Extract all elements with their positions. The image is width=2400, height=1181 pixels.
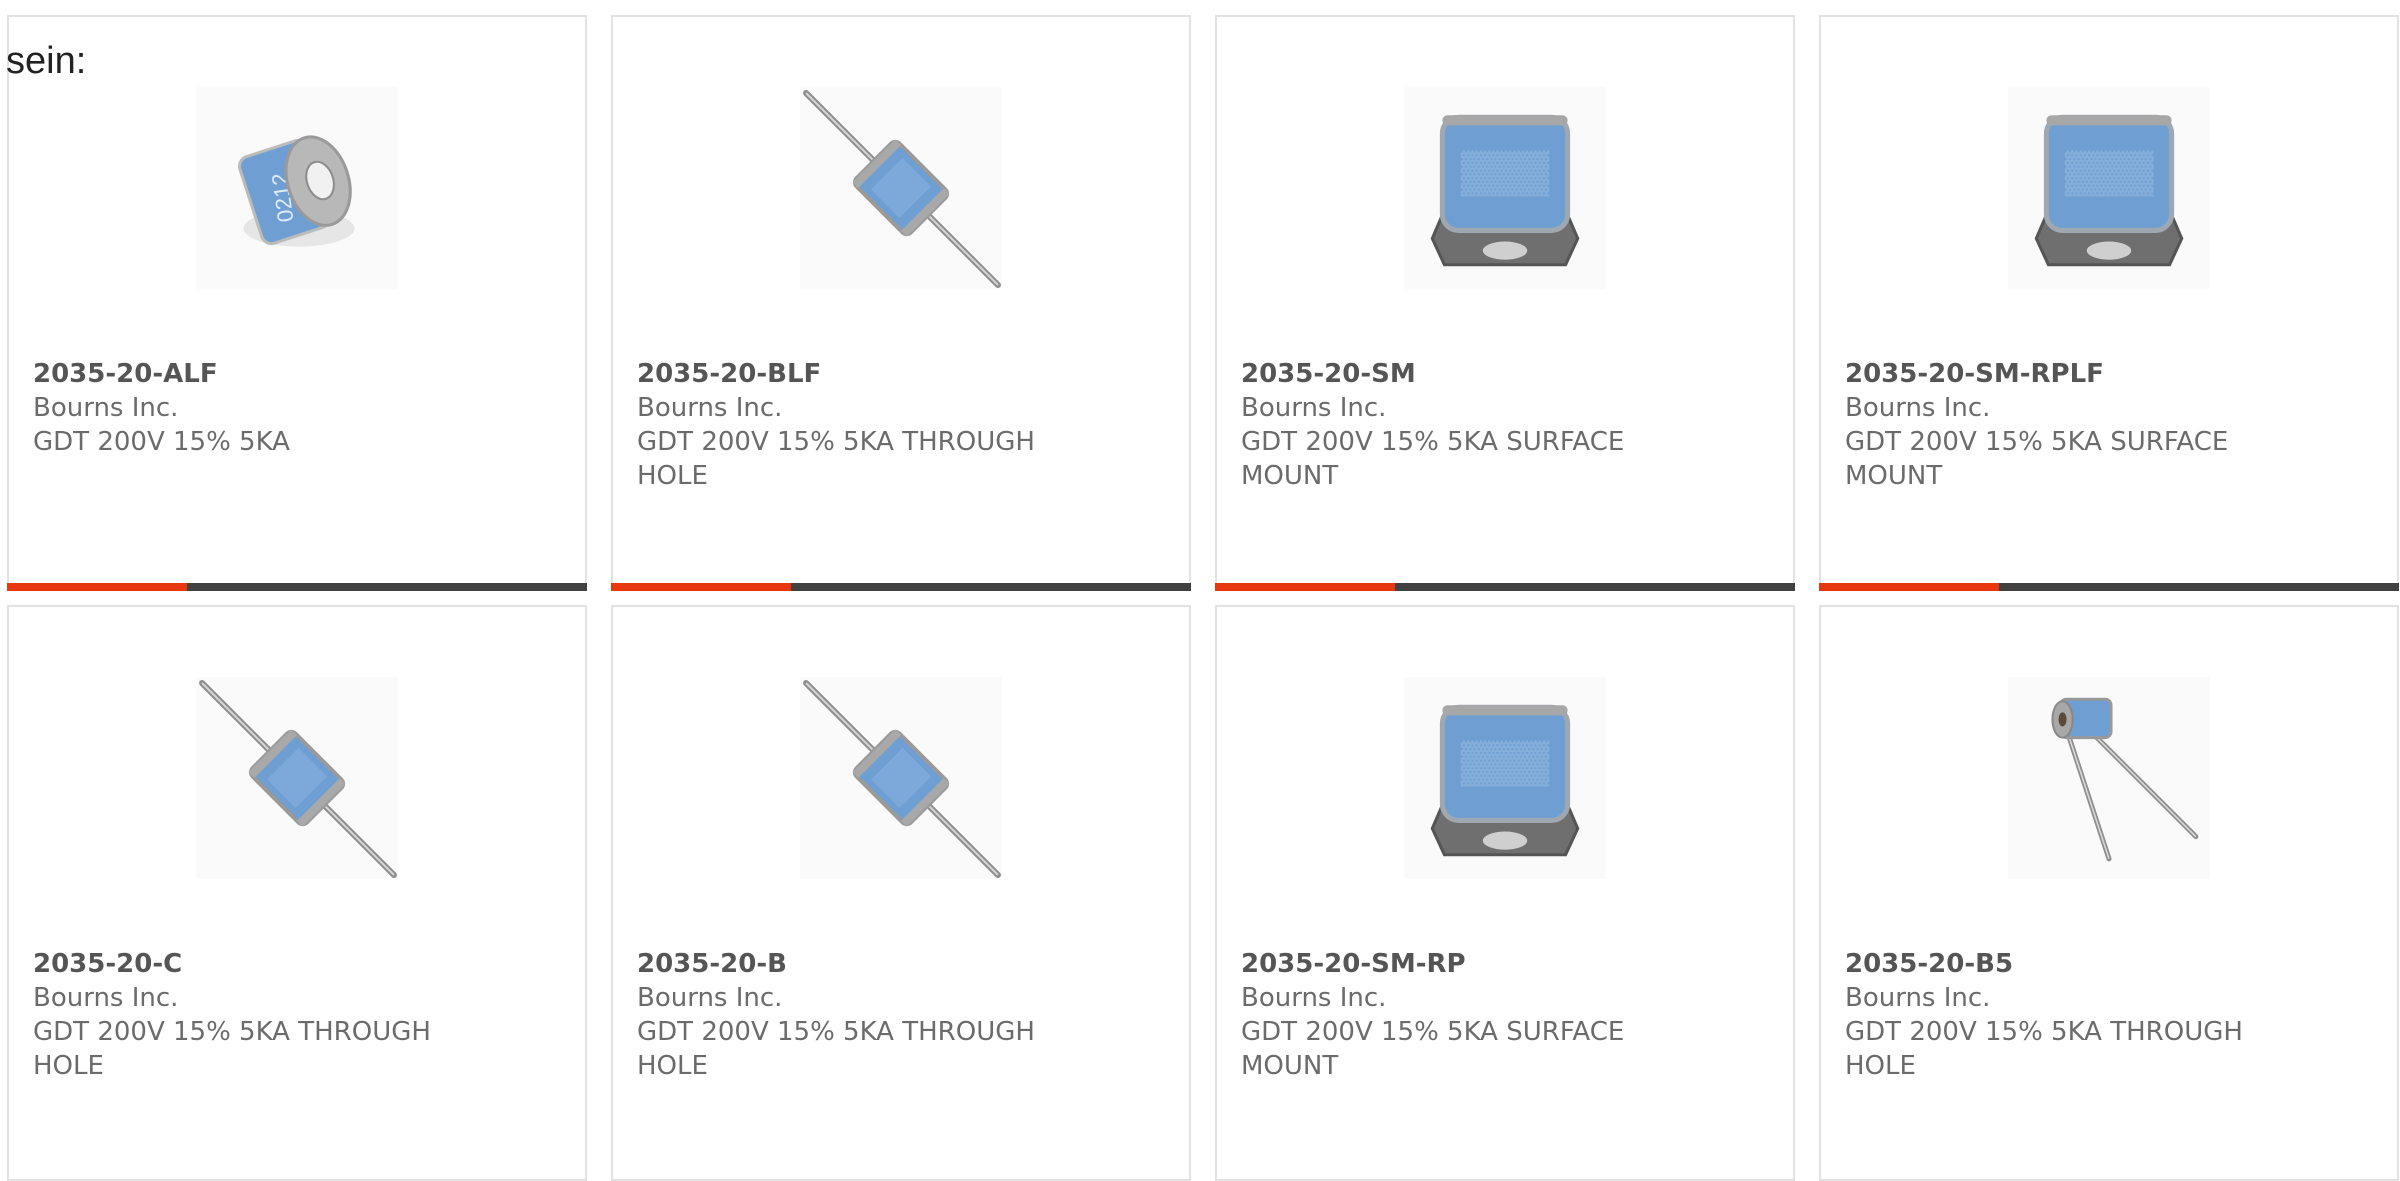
product-card[interactable]: 2035-20-B5 Bourns Inc. GDT 200V 15% 5KA … bbox=[1819, 605, 2399, 1181]
product-card[interactable]: 0212 2035-20-ALF Bourns Inc. GDT 200V 15… bbox=[7, 15, 587, 591]
product-image[interactable] bbox=[196, 677, 398, 879]
manufacturer: Bourns Inc. bbox=[33, 393, 179, 423]
manufacturer: Bourns Inc. bbox=[637, 393, 783, 423]
part-number[interactable]: 2035-20-SM bbox=[1241, 357, 1769, 391]
part-number[interactable]: 2035-20-C bbox=[33, 947, 561, 981]
product-description: GDT 200V 15% 5KA SURFACE MOUNT bbox=[1241, 1017, 1625, 1081]
product-grid: 0212 2035-20-ALF Bourns Inc. GDT 200V 15… bbox=[7, 15, 2400, 1181]
product-description: GDT 200V 15% 5KA THROUGH HOLE bbox=[637, 1017, 1035, 1081]
part-number[interactable]: 2035-20-SM-RPLF bbox=[1845, 357, 2373, 391]
gdt-axial-lead-icon bbox=[199, 680, 397, 878]
progress-bar bbox=[611, 583, 1191, 591]
svg-text:▓▓▓: ▓▓▓ bbox=[1461, 737, 1550, 787]
gdt-axial-lead-icon bbox=[803, 90, 1001, 288]
product-description: GDT 200V 15% 5KA THROUGH HOLE bbox=[33, 1017, 431, 1081]
manufacturer: Bourns Inc. bbox=[1845, 983, 1991, 1013]
product-info: 2035-20-C Bourns Inc. GDT 200V 15% 5KA T… bbox=[33, 947, 561, 1083]
progress-fill bbox=[7, 583, 187, 591]
product-info: 2035-20-SM-RP Bourns Inc. GDT 200V 15% 5… bbox=[1241, 947, 1769, 1083]
gdt-surface-mount-icon: ▓▓▓ bbox=[2034, 114, 2184, 267]
part-number[interactable]: 2035-20-B5 bbox=[1845, 947, 2373, 981]
product-card[interactable]: 2035-20-B Bourns Inc. GDT 200V 15% 5KA T… bbox=[611, 605, 1191, 1181]
product-info: 2035-20-B Bourns Inc. GDT 200V 15% 5KA T… bbox=[637, 947, 1165, 1083]
product-image[interactable] bbox=[2008, 677, 2210, 879]
product-description: GDT 200V 15% 5KA SURFACE MOUNT bbox=[1845, 427, 2229, 491]
part-number[interactable]: 2035-20-ALF bbox=[33, 357, 561, 391]
svg-text:▓▓▓: ▓▓▓ bbox=[1461, 147, 1550, 197]
product-card[interactable]: ▓▓▓ 2035-20-SM-RP Bourns Inc. GDT 200V 1… bbox=[1215, 605, 1795, 1181]
product-info: 2035-20-ALF Bourns Inc. GDT 200V 15% 5KA bbox=[33, 357, 561, 459]
svg-text:▓▓▓: ▓▓▓ bbox=[2065, 147, 2154, 197]
part-number[interactable]: 2035-20-SM-RP bbox=[1241, 947, 1769, 981]
product-card[interactable]: 2035-20-C Bourns Inc. GDT 200V 15% 5KA T… bbox=[7, 605, 587, 1181]
product-image[interactable] bbox=[800, 87, 1002, 289]
product-description: GDT 200V 15% 5KA THROUGH HOLE bbox=[637, 427, 1035, 491]
product-image[interactable] bbox=[800, 677, 1002, 879]
product-info: 2035-20-SM Bourns Inc. GDT 200V 15% 5KA … bbox=[1241, 357, 1769, 493]
manufacturer: Bourns Inc. bbox=[637, 983, 783, 1013]
part-number[interactable]: 2035-20-B bbox=[637, 947, 1165, 981]
product-image[interactable]: ▓▓▓ bbox=[1404, 677, 1606, 879]
progress-bar bbox=[7, 583, 587, 591]
product-info: 2035-20-SM-RPLF Bourns Inc. GDT 200V 15%… bbox=[1845, 357, 2373, 493]
progress-fill bbox=[1215, 583, 1395, 591]
product-info: 2035-20-B5 Bourns Inc. GDT 200V 15% 5KA … bbox=[1845, 947, 2373, 1083]
intro-text: sein: bbox=[6, 40, 87, 82]
product-description: GDT 200V 15% 5KA bbox=[33, 427, 290, 457]
product-image[interactable]: ▓▓▓ bbox=[2008, 87, 2210, 289]
product-description: GDT 200V 15% 5KA THROUGH HOLE bbox=[1845, 1017, 2243, 1081]
gdt-radial-lead-icon bbox=[2051, 697, 2199, 862]
progress-fill bbox=[611, 583, 791, 591]
gdt-button-icon: 0212 bbox=[237, 135, 355, 247]
product-description: GDT 200V 15% 5KA SURFACE MOUNT bbox=[1241, 427, 1625, 491]
manufacturer: Bourns Inc. bbox=[1845, 393, 1991, 423]
progress-bar bbox=[1215, 583, 1795, 591]
product-card[interactable]: 2035-20-BLF Bourns Inc. GDT 200V 15% 5KA… bbox=[611, 15, 1191, 591]
manufacturer: Bourns Inc. bbox=[1241, 393, 1387, 423]
product-image[interactable]: ▓▓▓ bbox=[1404, 87, 1606, 289]
progress-bar bbox=[1819, 583, 2399, 591]
manufacturer: Bourns Inc. bbox=[1241, 983, 1387, 1013]
product-card[interactable]: ▓▓▓ 2035-20-SM-RPLF Bourns Inc. GDT 200V… bbox=[1819, 15, 2399, 591]
gdt-axial-lead-icon bbox=[803, 680, 1001, 878]
progress-fill bbox=[1819, 583, 1999, 591]
part-number[interactable]: 2035-20-BLF bbox=[637, 357, 1165, 391]
product-info: 2035-20-BLF Bourns Inc. GDT 200V 15% 5KA… bbox=[637, 357, 1165, 493]
gdt-surface-mount-icon: ▓▓▓ bbox=[1430, 704, 1580, 857]
product-card[interactable]: ▓▓▓ 2035-20-SM Bourns Inc. GDT 200V 15% … bbox=[1215, 15, 1795, 591]
manufacturer: Bourns Inc. bbox=[33, 983, 179, 1013]
gdt-surface-mount-icon: ▓▓▓ bbox=[1430, 114, 1580, 267]
product-image[interactable]: 0212 bbox=[196, 87, 398, 289]
